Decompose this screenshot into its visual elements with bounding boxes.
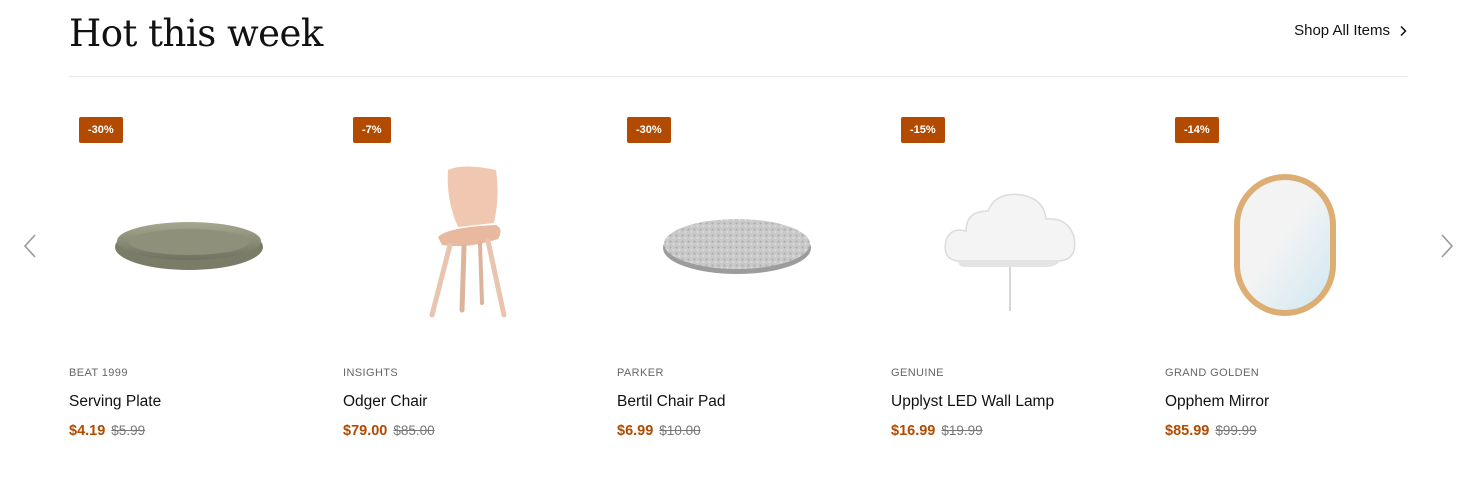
current-price: $6.99 bbox=[617, 423, 654, 439]
product-price: $79.00 $85.00 bbox=[343, 423, 435, 439]
product-card[interactable]: -30% PARKER Bertil Chair Pad $6.99 $10.00 bbox=[617, 100, 857, 460]
product-name[interactable]: Opphem Mirror bbox=[1165, 393, 1269, 411]
shop-all-label: Shop All Items bbox=[1294, 22, 1390, 39]
original-price: $19.99 bbox=[941, 423, 983, 438]
product-image[interactable] bbox=[891, 140, 1131, 350]
original-price: $99.99 bbox=[1215, 423, 1257, 438]
product-name[interactable]: Bertil Chair Pad bbox=[617, 393, 726, 411]
product-price: $16.99 $19.99 bbox=[891, 423, 983, 439]
product-brand: INSIGHTS bbox=[343, 367, 399, 379]
header-divider bbox=[69, 76, 1408, 77]
chair-pad-image bbox=[663, 219, 811, 274]
product-card[interactable]: -30% BEAT 1999 Serving Plate $4.19 $5.99 bbox=[69, 100, 309, 460]
current-price: $85.99 bbox=[1165, 423, 1210, 439]
product-image[interactable] bbox=[343, 140, 583, 350]
chair-image bbox=[429, 166, 507, 318]
carousel-prev-button[interactable] bbox=[20, 232, 40, 260]
chevron-right-icon bbox=[1400, 25, 1407, 36]
product-name[interactable]: Odger Chair bbox=[343, 393, 427, 411]
product-carousel: -30% BEAT 1999 Serving Plate $4.19 $5.99 … bbox=[69, 100, 1409, 460]
product-brand: BEAT 1999 bbox=[69, 367, 128, 379]
product-card[interactable]: -14% GRAND GOLDEN Opphem Mirror $85.99 $9… bbox=[1165, 100, 1405, 460]
product-image[interactable] bbox=[69, 140, 309, 350]
product-name[interactable]: Upplyst LED Wall Lamp bbox=[891, 393, 1054, 411]
carousel-next-button[interactable] bbox=[1437, 232, 1457, 260]
product-price: $4.19 $5.99 bbox=[69, 423, 145, 439]
product-card[interactable]: -7% INSIGHTS Odger Chair $79.00 $85.00 bbox=[343, 100, 583, 460]
original-price: $5.99 bbox=[111, 423, 146, 438]
current-price: $4.19 bbox=[69, 423, 106, 439]
mirror-image bbox=[1234, 174, 1336, 316]
shop-all-link[interactable]: Shop All Items bbox=[1294, 22, 1408, 39]
original-price: $85.00 bbox=[393, 423, 435, 438]
cloud-lamp-image bbox=[944, 193, 1076, 311]
chevron-right-icon bbox=[1441, 234, 1454, 258]
product-image[interactable] bbox=[617, 140, 857, 350]
section-title: Hot this week bbox=[69, 12, 323, 55]
current-price: $16.99 bbox=[891, 423, 936, 439]
original-price: $10.00 bbox=[659, 423, 701, 438]
product-price: $6.99 $10.00 bbox=[617, 423, 701, 439]
product-brand: PARKER bbox=[617, 367, 664, 379]
product-card[interactable]: -15% GENUINE Upplyst LED Wall Lamp $16.9… bbox=[891, 100, 1131, 460]
product-name[interactable]: Serving Plate bbox=[69, 393, 161, 411]
product-brand: GRAND GOLDEN bbox=[1165, 367, 1260, 379]
product-price: $85.99 $99.99 bbox=[1165, 423, 1257, 439]
current-price: $79.00 bbox=[343, 423, 388, 439]
product-image[interactable] bbox=[1165, 140, 1405, 350]
serving-plate-image bbox=[115, 222, 263, 270]
product-brand: GENUINE bbox=[891, 367, 944, 379]
chevron-left-icon bbox=[23, 234, 36, 258]
